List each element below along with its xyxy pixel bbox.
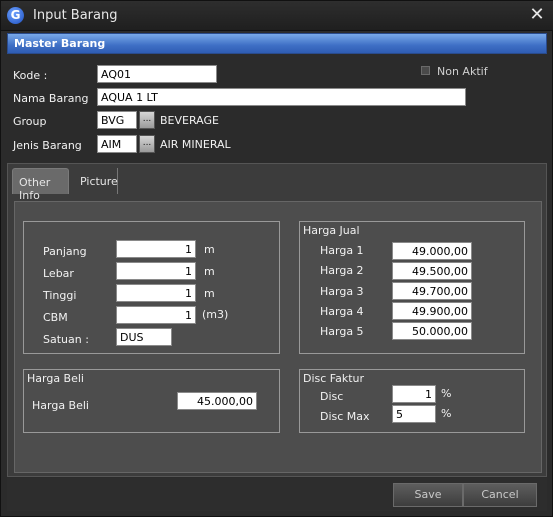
harga-5-label: Harga 5 (320, 325, 364, 338)
group-code-input[interactable] (97, 111, 137, 129)
dimensions-group: Panjang m Lebar m Tinggi m CBM (m3) Satu… (23, 221, 280, 354)
lebar-unit: m (204, 265, 215, 278)
group-label: Group (13, 115, 47, 128)
lebar-input[interactable] (116, 262, 196, 280)
tinggi-unit: m (204, 287, 215, 300)
title-bar: G Input Barang ✕ (1, 1, 553, 31)
harga-2-input[interactable] (392, 262, 472, 280)
kode-label: Kode : (13, 69, 48, 82)
close-icon[interactable]: ✕ (528, 5, 546, 25)
master-barang-title: Master Barang (14, 37, 106, 50)
nama-barang-label: Nama Barang (13, 92, 89, 105)
disc-input[interactable] (392, 385, 436, 403)
disc-max-label: Disc Max (320, 410, 370, 423)
lebar-label: Lebar (43, 267, 74, 280)
tinggi-label: Tinggi (43, 289, 77, 302)
tinggi-input[interactable] (116, 284, 196, 302)
jenis-name: AIR MINERAL (160, 138, 231, 151)
disc-label: Disc (320, 390, 344, 403)
tab-other-info[interactable]: Other Info (12, 168, 69, 202)
save-button[interactable]: Save (393, 483, 463, 507)
harga-beli-label: Harga Beli (32, 399, 89, 412)
panjang-label: Panjang (43, 245, 87, 258)
harga-1-label: Harga 1 (320, 244, 364, 257)
other-info-content: Panjang m Lebar m Tinggi m CBM (m3) Satu… (14, 201, 542, 473)
non-aktif-checkbox[interactable] (421, 66, 430, 75)
satuan-label: Satuan : (43, 333, 89, 346)
kode-input[interactable] (97, 65, 217, 83)
harga-4-input[interactable] (392, 302, 472, 320)
disc-max-input[interactable] (392, 405, 436, 423)
harga-1-input[interactable] (392, 242, 472, 260)
harga-beli-input[interactable] (177, 392, 257, 410)
panjang-unit: m (204, 243, 215, 256)
panjang-input[interactable] (116, 240, 196, 258)
disc-faktur-title: Disc Faktur (303, 372, 365, 385)
jenis-code-input[interactable] (97, 135, 137, 153)
footer-bar: Save Cancel (7, 478, 547, 511)
window-title: Input Barang (33, 8, 118, 23)
harga-4-label: Harga 4 (320, 305, 364, 318)
harga-jual-title: Harga Jual (303, 224, 360, 237)
cbm-unit: (m3) (202, 308, 229, 321)
harga-2-label: Harga 2 (320, 264, 364, 277)
harga-beli-group: Harga Beli Harga Beli (23, 369, 280, 433)
disc-max-unit: % (441, 407, 452, 420)
cbm-label: CBM (43, 311, 68, 324)
tab-picture[interactable]: Picture (74, 168, 118, 194)
group-name: BEVERAGE (160, 114, 219, 127)
jenis-lookup-button[interactable]: ... (139, 135, 155, 153)
harga-3-label: Harga 3 (320, 285, 364, 298)
disc-unit: % (441, 387, 452, 400)
harga-5-input[interactable] (392, 322, 472, 340)
harga-beli-title: Harga Beli (27, 372, 84, 385)
app-logo-icon: G (7, 7, 24, 24)
cancel-button[interactable]: Cancel (463, 483, 537, 507)
nama-barang-input[interactable] (97, 88, 466, 106)
input-barang-window: G Input Barang ✕ Master Barang Kode : No… (0, 0, 553, 517)
tabs-panel: Other Info Picture Panjang m Lebar m Tin… (7, 163, 547, 477)
cbm-input[interactable] (116, 306, 196, 324)
disc-faktur-group: Disc Faktur Disc % Disc Max % (299, 369, 525, 433)
master-barang-header: Master Barang (7, 33, 547, 54)
satuan-input[interactable] (116, 328, 172, 346)
group-lookup-button[interactable]: ... (139, 111, 155, 129)
harga-3-input[interactable] (392, 282, 472, 300)
harga-jual-group: Harga Jual Harga 1 Harga 2 Harga 3 Harga… (299, 221, 525, 354)
non-aktif-label: Non Aktif (437, 65, 488, 78)
jenis-barang-label: Jenis Barang (13, 139, 82, 152)
